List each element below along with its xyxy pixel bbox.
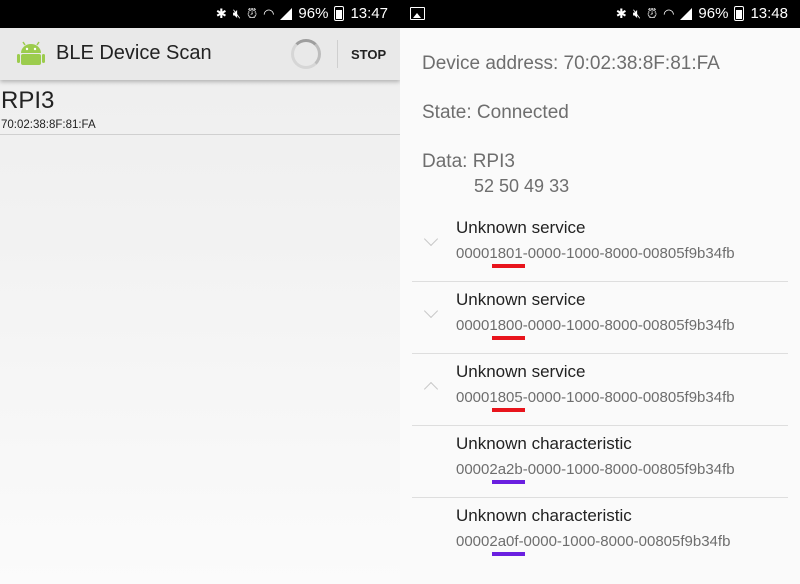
android-icon: [17, 41, 45, 65]
alarm-icon: ⏰︎: [246, 5, 258, 21]
uuid-highlight-underline: [492, 408, 525, 412]
status-time: 13:48: [750, 5, 788, 22]
uuid-highlight-underline: [492, 264, 525, 268]
device-address: 70:02:38:8F:81:FA: [1, 119, 96, 131]
status-time: 13:47: [350, 5, 388, 22]
chevron-icon: [423, 303, 439, 319]
item-uuid: 00002a0f-0000-1000-8000-00805f9b34fb: [456, 533, 731, 550]
chevron-icon: [423, 381, 439, 397]
alarm-icon: ⏰︎: [646, 5, 658, 21]
service-item[interactable]: Unknown service 00001801-0000-1000-8000-…: [412, 210, 788, 282]
uuid-highlight-underline: [492, 552, 525, 556]
mute-icon: 🔇︎: [232, 5, 241, 21]
uuid-highlight-underline: [492, 336, 525, 340]
item-name: Unknown service: [456, 362, 586, 381]
device-control-screen: ✱ 🔇︎ ⏰︎ ◠ 96% 13:48 Device address: 70:0…: [400, 0, 800, 584]
wifi-icon: ◠: [263, 5, 275, 21]
service-item[interactable]: Unknown service 00001800-0000-1000-8000-…: [412, 282, 788, 354]
data-label: Data: RPI3: [422, 151, 515, 172]
bluetooth-icon: ✱: [615, 5, 627, 21]
characteristic-item[interactable]: Unknown characteristic 00002a0f-0000-100…: [412, 498, 788, 570]
device-list-item[interactable]: RPI3 70:02:38:8F:81:FA: [0, 82, 400, 135]
chevron-icon: [423, 231, 439, 247]
wifi-icon: ◠: [663, 5, 675, 21]
signal-icon: [680, 7, 693, 20]
item-name: Unknown characteristic: [456, 434, 632, 453]
item-uuid: 00002a2b-0000-1000-8000-00805f9b34fb: [456, 461, 735, 478]
battery-icon: [334, 6, 345, 21]
connection-state-label: State: Connected: [422, 102, 569, 123]
device-name: RPI3: [1, 87, 55, 114]
item-name: Unknown characteristic: [456, 506, 632, 525]
app-title: BLE Device Scan: [56, 42, 212, 64]
data-hex-value: 52 50 49 33: [474, 176, 570, 196]
uuid-highlight-underline: [492, 480, 525, 484]
characteristic-item[interactable]: Unknown characteristic 00002a2b-0000-100…: [412, 426, 788, 498]
item-name: Unknown service: [456, 290, 586, 309]
scan-progress-spinner: [291, 39, 321, 69]
battery-percent: 96%: [298, 5, 329, 22]
signal-icon: [280, 7, 293, 20]
status-bar: ✱ 🔇︎ ⏰︎ ◠ 96% 13:47: [0, 0, 400, 28]
appbar-divider: [337, 40, 338, 68]
item-uuid: 00001805-0000-1000-8000-00805f9b34fb: [456, 389, 735, 406]
service-item[interactable]: Unknown service 00001805-0000-1000-8000-…: [412, 354, 788, 426]
status-bar: ✱ 🔇︎ ⏰︎ ◠ 96% 13:48: [400, 0, 800, 28]
item-uuid: 00001801-0000-1000-8000-00805f9b34fb: [456, 245, 735, 262]
bluetooth-icon: ✱: [215, 5, 227, 21]
battery-icon: [734, 6, 745, 21]
battery-percent: 96%: [698, 5, 729, 22]
device-address-label: Device address: 70:02:38:8F:81:FA: [422, 53, 720, 74]
item-uuid: 00001800-0000-1000-8000-00805f9b34fb: [456, 317, 735, 334]
mute-icon: 🔇︎: [632, 5, 641, 21]
scan-screen: ✱ 🔇︎ ⏰︎ ◠ 96% 13:47 BLE Device Scan STOP…: [0, 0, 400, 584]
app-bar: BLE Device Scan STOP: [0, 28, 400, 80]
stop-button[interactable]: STOP: [351, 47, 386, 62]
item-name: Unknown service: [456, 218, 586, 237]
gallery-icon: [410, 7, 425, 20]
